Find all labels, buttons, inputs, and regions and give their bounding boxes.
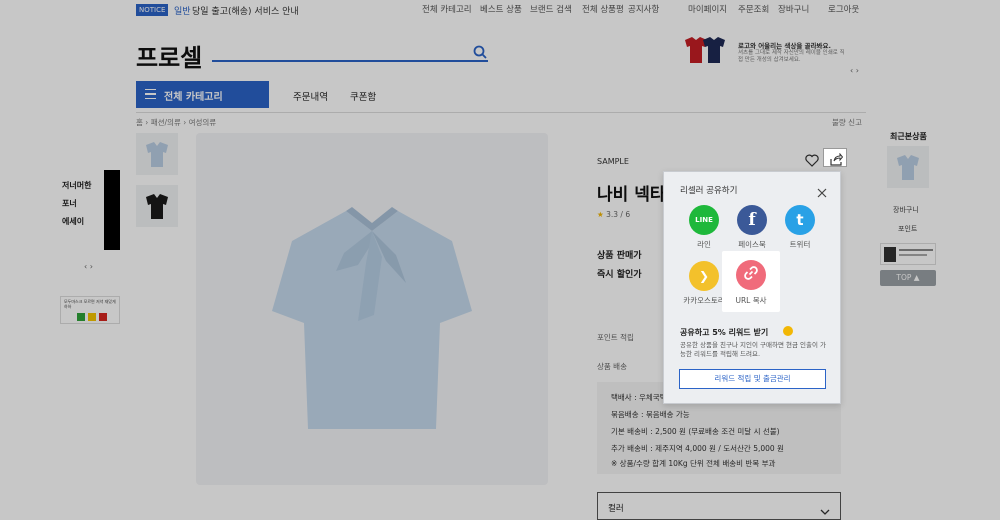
reward-manage-button[interactable]: 리워드 적립 및 출금관리 [679,369,826,389]
facebook-share-button[interactable]: f [737,205,767,235]
line-icon: LINE [695,216,713,224]
promo-subtitle: 셔츠를 그대로 제작 자신만의 레이블 인쇄로 직접 만든 개성의 삽겨보세요. [738,50,845,63]
shipping-extra-fee: 추가 배송비 : 제주지역 4,000 원 / 도서산간 5,000 원 [611,444,784,453]
top-button[interactable]: TOP ▲ [880,270,936,286]
rating-value: 3.3 / 6 [606,210,631,219]
reward-description: 공유한 상품을 친구나 지인이 구매하면 현금 인출이 가능한 리워드를 적립해… [680,341,827,358]
facebook-icon: f [748,210,756,230]
nav-divider [136,112,866,113]
url-copy-highlight[interactable]: URL 복사 [722,251,780,312]
breadcrumb-home[interactable]: 홈 [136,118,143,127]
left-ad-arrows[interactable]: ‹ › [84,262,93,271]
notice-badge: NOTICE [136,4,169,16]
chevron-down-icon [820,501,830,520]
kakaostory-icon: ❯ [698,269,710,283]
search-bar[interactable] [212,42,488,62]
left-ad-banner[interactable]: 저너머한 포너 에세이 [60,170,120,250]
breadcrumb: 홈 › 패션/의류 › 여성의류 [136,118,217,127]
left-ad-line-2: 포너 [62,199,77,208]
share-button-highlight[interactable] [823,148,847,167]
share-popup: 리셀러 공유하기 LINE 라인 f 페이스북 t 트위터 ❯ 카카오스토리 U… [663,171,841,404]
search-icon[interactable] [473,44,487,59]
discount-label: 즉시 할인가 [597,270,642,280]
menu-icon [145,89,156,99]
left-ad-line-1: 저너머한 [62,181,92,190]
left-ad-line-3: 에세이 [62,217,85,226]
twitter-icon: t [796,211,804,229]
promo-arrows[interactable]: ‹ › [850,66,859,75]
color-option-label: 컬러 [608,504,624,514]
reward-title: 공유하고 5% 리워드 받기 [680,328,769,337]
top-menu-all-category[interactable]: 전체 카테고리 [422,3,472,15]
shipping-label: 상품 배송 [597,362,627,371]
report-link[interactable]: 불량 신고 [832,117,862,128]
star-icon: ★ [597,210,604,219]
product-main-image[interactable] [196,133,548,485]
price-label: 상품 판매가 [597,251,642,261]
line-share-button[interactable]: LINE [689,205,719,235]
share-popup-title: 리셀러 공유하기 [680,186,738,196]
close-icon[interactable] [817,183,827,198]
product-rating: ★ 3.3 / 6 [597,210,630,219]
nav-coupons[interactable]: 쿠폰함 [350,89,376,103]
shipping-basic-fee: 기본 배송비 : 2,500 원 (무료배송 조건 미달 시 선불) [611,427,780,436]
product-name: 나비 넥타이 블라우스 [597,185,663,205]
breadcrumb-fashion[interactable]: 패션/의류 [151,118,181,127]
promo-title: 로고와 어울리는 색상을 골라봐요. [738,42,831,50]
notice-category[interactable]: 일반 [174,4,191,17]
left-ad-badge[interactable]: 모두마스크 모르면 저녁 재밌게 하하 [60,296,120,324]
top-menu-cart[interactable]: 장바구니 [778,3,809,15]
left-ad-badge-text: 모두마스크 모르면 저녁 재밌게 하하 [64,299,116,309]
point-label: 포인트 적립 [597,333,634,342]
nav-order-history[interactable]: 주문내역 [293,89,328,103]
top-menu-reviews[interactable]: 전체 상품평 [582,3,624,15]
notice-text[interactable]: 당일 출고(해송) 서비스 안내 [192,4,299,17]
sidebar-cart-link[interactable]: 장바구니 [893,205,919,215]
sidebar-point-link[interactable]: 포인트 [898,224,917,234]
url-copy-label: URL 복사 [735,296,767,305]
top-menu-orders[interactable]: 주문조회 [738,3,769,15]
share-highlight-icon [829,151,844,170]
sidebar-ad-image[interactable] [880,243,936,265]
top-menu-mypage[interactable]: 마이페이지 [688,3,727,15]
thumbnail-blue-blouse[interactable] [136,133,178,175]
top-menu-logout[interactable]: 로그아웃 [828,3,859,15]
all-category-button[interactable]: 전체 카테고리 [136,81,269,108]
breadcrumb-women[interactable]: 여성의류 [189,118,217,127]
logo[interactable]: 프로셀 [136,38,202,73]
coin-icon [783,326,793,336]
all-category-label: 전체 카테고리 [164,92,223,103]
top-menu-notice[interactable]: 공지사항 [628,3,659,15]
top-menu-brand[interactable]: 브랜드 검색 [530,3,572,15]
top-menu-best[interactable]: 베스트 상품 [480,3,522,15]
color-option-select[interactable]: 컬러 [597,492,841,520]
recent-product-thumbnail[interactable] [887,146,929,188]
link-icon [743,265,759,285]
shipping-bundle: 묶음배송 : 묶음배송 가능 [611,410,690,419]
promo-shirts-image[interactable] [682,36,728,64]
twitter-share-button[interactable]: t [785,205,815,235]
twitter-share-label: 트위터 [789,240,811,249]
kakaostory-share-button[interactable]: ❯ [689,261,719,291]
shipping-note: ※ 상품/수량 합계 10Kg 단위 전체 배송비 반복 부과 [611,459,776,468]
wishlist-heart-icon[interactable] [805,152,819,167]
product-brand: SAMPLE [597,157,629,166]
thumbnail-black-blouse[interactable] [136,185,178,227]
url-copy-button[interactable] [736,260,766,290]
recent-products-title: 최근본상품 [890,132,927,141]
